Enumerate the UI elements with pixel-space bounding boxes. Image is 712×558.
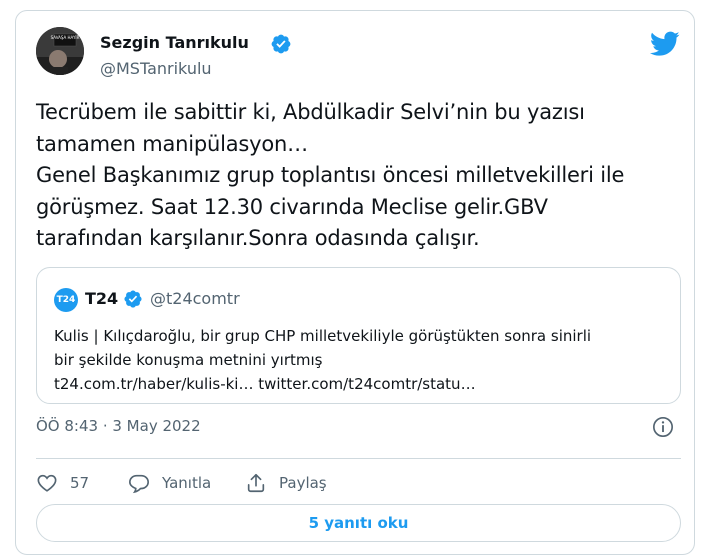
quoted-links: t24.com.tr/haber/kulis-ki… twitter.com/t… bbox=[54, 375, 476, 393]
heart-icon bbox=[37, 474, 57, 492]
quoted-handle: @t24comtr bbox=[150, 289, 240, 308]
tweet-line: tamamen manipülasyon… bbox=[36, 131, 308, 156]
verified-badge-icon bbox=[124, 290, 142, 308]
quoted-avatar: T24 bbox=[54, 288, 78, 312]
quoted-line: bir şekilde konuşma metnini yırtmış bbox=[54, 351, 323, 369]
reply-bubble-icon bbox=[129, 474, 149, 494]
share-button[interactable]: Paylaş bbox=[245, 468, 327, 498]
reply-button[interactable]: Yanıtla bbox=[128, 468, 211, 498]
author-name[interactable]: Sezgin Tanrıkulu bbox=[100, 33, 249, 52]
tweet-line: görüşmez. Saat 12.30 civarında Meclise g… bbox=[36, 194, 548, 219]
quoted-tweet[interactable]: T24 T24 @t24comtr Kulis | Kılıçdaroğlu, … bbox=[36, 267, 681, 404]
info-icon[interactable] bbox=[652, 416, 674, 438]
quoted-text: Kulis | Kılıçdaroğlu, bir grup CHP mille… bbox=[54, 324, 664, 396]
quoted-author-name: T24 bbox=[85, 289, 119, 308]
quoted-line: Kulis | Kılıçdaroğlu, bir grup CHP mille… bbox=[54, 327, 592, 345]
author-avatar[interactable]: SAVAŞA HAYIR bbox=[36, 27, 84, 75]
share-upload-icon bbox=[247, 473, 265, 493]
share-label: Paylaş bbox=[279, 474, 327, 492]
tweet-card: SAVAŞA HAYIR Sezgin Tanrıkulu @MSTanriku… bbox=[15, 10, 695, 555]
tweet-text: Tecrübem ile sabittir ki, Abdülkadir Sel… bbox=[36, 97, 686, 255]
avatar-banner-text: SAVAŞA HAYIR bbox=[51, 35, 80, 40]
like-count: 57 bbox=[70, 474, 90, 492]
author-handle[interactable]: @MSTanrikulu bbox=[100, 59, 212, 78]
reply-label: Yanıtla bbox=[162, 474, 212, 492]
divider bbox=[36, 458, 681, 459]
twitter-bird-icon[interactable] bbox=[650, 31, 680, 57]
tweet-line: tarafından karşılanır.Sonra odasında çal… bbox=[36, 226, 480, 250]
avatar-photo: SAVAŞA HAYIR bbox=[36, 27, 84, 75]
tweet-line: Tecrübem ile sabittir ki, Abdülkadir Sel… bbox=[36, 100, 585, 124]
tweet-timestamp[interactable]: ÖÖ 8:43 · 3 May 2022 bbox=[36, 417, 201, 435]
like-button[interactable]: 57 bbox=[36, 468, 89, 498]
tweet-line: Genel Başkanımız grup toplantısı öncesi … bbox=[36, 163, 625, 187]
verified-badge-icon bbox=[271, 34, 291, 54]
read-replies-button[interactable]: 5 yanıtı oku bbox=[36, 504, 681, 542]
